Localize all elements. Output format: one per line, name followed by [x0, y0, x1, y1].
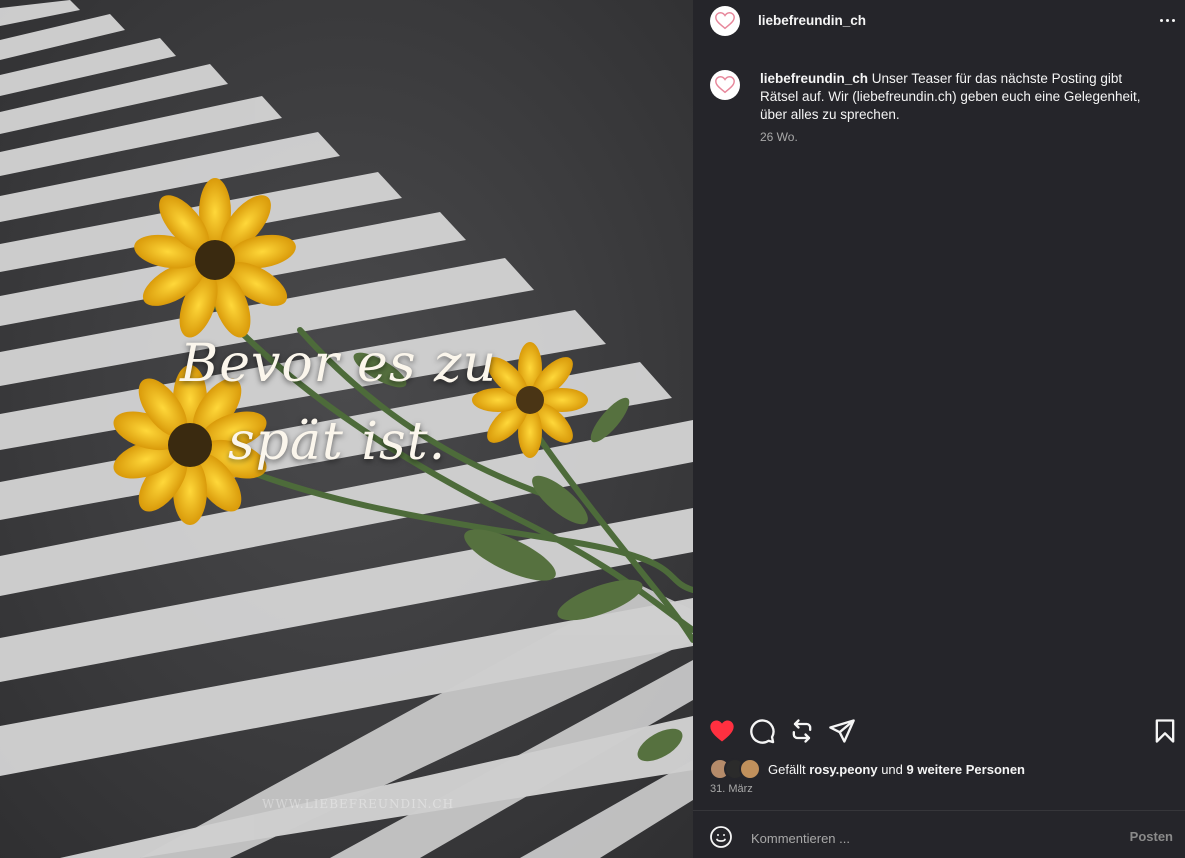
likes-text: Gefällt rosy.peony und 9 weitere Persone… [768, 762, 1025, 777]
action-bar [693, 715, 1185, 747]
send-icon[interactable] [828, 717, 856, 745]
likes-summary: Gefällt rosy.peony und 9 weitere Persone… [709, 758, 1025, 780]
post-comment-button[interactable]: Posten [1130, 829, 1173, 844]
watermark: WWW.LIEBEFREUNDIN.CH [262, 797, 455, 811]
liker-avatar[interactable] [739, 758, 761, 780]
emoji-icon[interactable] [709, 825, 733, 849]
post-date[interactable]: 31. März [710, 783, 753, 795]
divider [693, 810, 1185, 811]
likes-prefix: Gefällt [768, 761, 810, 777]
caption-avatar[interactable] [710, 70, 740, 100]
comment-input[interactable] [749, 826, 1113, 850]
header-username[interactable]: liebefreundin_ch [758, 13, 866, 28]
caption-text: liebefreundin_ch Unser Teaser für das nä… [760, 70, 1155, 124]
likes-middle: und [877, 761, 907, 777]
avatar[interactable] [710, 6, 740, 36]
caption-username[interactable]: liebefreundin_ch [760, 71, 868, 86]
heart-logo-icon [715, 12, 735, 30]
comment-icon[interactable] [748, 717, 776, 745]
overlay-text-line1: Bevor es zu [180, 334, 497, 394]
more-options-icon[interactable] [1155, 10, 1179, 30]
post-image[interactable]: Bevor es zu spät ist. WWW.LIEBEFREUNDIN.… [0, 0, 693, 858]
post-side-panel: liebefreundin_ch liebefreundin_ch Unser … [693, 0, 1185, 858]
caption-timestamp[interactable]: 26 Wo. [760, 130, 798, 144]
overlay-text-line2: spät ist. [228, 412, 447, 472]
heart-filled-icon[interactable] [708, 717, 736, 745]
bookmark-icon[interactable] [1151, 717, 1179, 745]
heart-logo-icon [715, 76, 735, 94]
post-header: liebefreundin_ch [693, 0, 1185, 44]
likes-others[interactable]: 9 weitere Personen [907, 762, 1026, 777]
repost-icon[interactable] [788, 717, 816, 745]
liker-username[interactable]: rosy.peony [809, 762, 877, 777]
